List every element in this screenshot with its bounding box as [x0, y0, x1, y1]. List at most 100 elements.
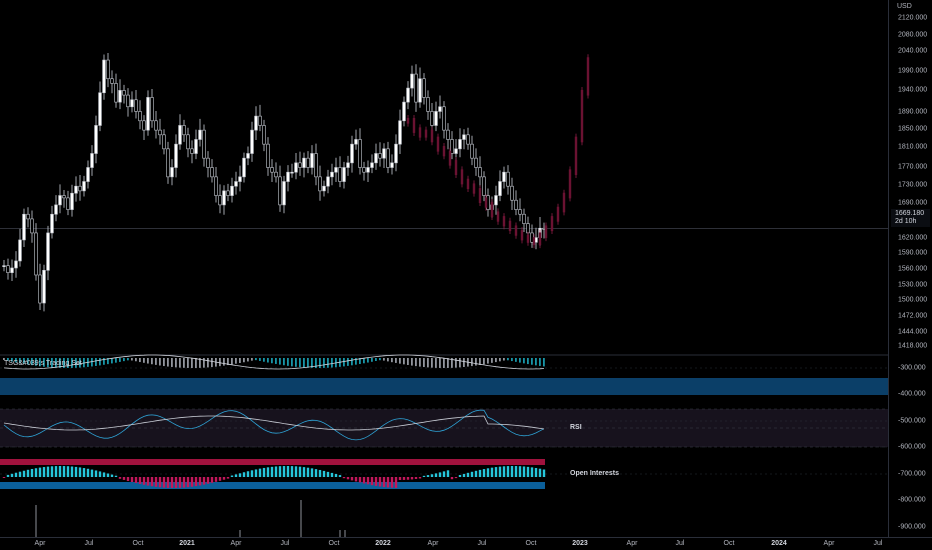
oi-histogram-bar	[322, 470, 326, 477]
time-tick-label: Jul	[477, 540, 487, 547]
price-candle	[14, 251, 18, 278]
oi-histogram-bar	[114, 475, 118, 477]
price-candle	[518, 198, 522, 222]
last-price-label[interactable]: 1669.180 2d 10h	[891, 209, 930, 227]
price-candle	[438, 95, 442, 119]
price-candle	[458, 128, 462, 158]
price-tick-label: 1890.000	[898, 108, 928, 116]
price-candle	[246, 146, 250, 166]
price-candle	[262, 119, 266, 152]
price-tick-label: 1472.000	[898, 312, 928, 320]
price-candle	[18, 228, 22, 267]
tsg-indicator-label[interactable]: TSG&#039;s Trading Set	[4, 360, 82, 367]
price-candle	[330, 163, 334, 186]
time-axis[interactable]: Apr Jul Oct 2021 Apr Jul Oct 2022 Apr Jul Oct 2023 A…	[0, 537, 932, 550]
projection-candle	[490, 199, 494, 221]
tsg-histogram-bar	[483, 358, 485, 365]
projection-candle	[550, 213, 554, 235]
projection-candle	[442, 143, 446, 160]
tsg-histogram-bar	[503, 358, 505, 361]
tsg-histogram-bar	[319, 358, 321, 368]
oi-histogram-bar	[258, 468, 262, 477]
price-scale[interactable]: USD 2120.000 2080.000 2040.000 1990.000 1940…	[888, 0, 932, 537]
price-candle	[98, 81, 102, 132]
oi-histogram-bar	[58, 466, 62, 477]
tsg-histogram-bar	[411, 358, 413, 366]
oi-histogram-bar	[502, 466, 506, 477]
price-candle	[270, 159, 274, 182]
oi-histogram-bar	[314, 469, 318, 477]
oi-histogram-bar	[410, 477, 414, 480]
tsg-histogram-bar	[523, 358, 525, 364]
price-candle	[298, 151, 302, 176]
tsg-histogram-bar	[499, 358, 501, 362]
oi-histogram-bar	[454, 477, 458, 479]
oi-histogram-bar	[478, 469, 482, 477]
rsi-indicator-label[interactable]: RSI	[570, 424, 582, 431]
projection-candle	[496, 208, 500, 225]
price-candle	[166, 141, 170, 184]
price-candle	[126, 88, 130, 117]
price-candle	[294, 153, 298, 180]
tsg-histogram-bar	[167, 358, 169, 367]
open-interest-label[interactable]: Open Interests	[570, 470, 619, 477]
price-candle	[78, 174, 82, 201]
tsg-band	[0, 378, 888, 395]
tsg-histogram-bar	[263, 358, 265, 362]
price-candle	[326, 169, 330, 194]
tsg-histogram-bar	[403, 358, 405, 365]
time-tick-label: Apr	[823, 540, 835, 547]
projection-candle	[586, 54, 590, 99]
tsg-histogram-bar	[115, 358, 117, 363]
tsg-histogram-bar	[203, 358, 205, 368]
price-candle	[250, 121, 254, 162]
tsg-histogram-bar	[535, 358, 537, 366]
price-candle	[426, 90, 430, 120]
tsg-histogram-bar	[399, 358, 401, 364]
tsg-histogram-bar	[171, 358, 173, 367]
price-candle	[34, 223, 38, 281]
oi-histogram-bar	[358, 477, 362, 483]
price-candle	[354, 129, 358, 150]
oi-histogram-bar	[282, 466, 286, 477]
time-tick-label: Oct	[328, 540, 340, 547]
tsg-histogram-bar	[131, 358, 133, 361]
tsg-histogram-bar	[379, 358, 381, 361]
oi-histogram-bar	[254, 469, 258, 477]
tsg-histogram-bar	[351, 358, 353, 366]
price-candle	[358, 128, 362, 175]
price-candle	[482, 171, 486, 202]
oi-histogram-bar	[250, 470, 254, 477]
oi-histogram-bar	[226, 477, 230, 479]
oi-histogram-bar	[262, 467, 266, 477]
oi-histogram-bar	[230, 475, 234, 477]
price-candle	[366, 160, 370, 182]
time-tick-label: 2022	[375, 540, 391, 547]
indicator-tick-label: -300.000	[898, 364, 926, 372]
projection-candle	[502, 213, 506, 230]
price-candle	[414, 64, 418, 112]
tsg-histogram-bar	[323, 358, 325, 368]
oi-histogram-bar	[466, 472, 470, 477]
oi-histogram-bar	[530, 467, 534, 477]
oi-histogram-bar	[30, 468, 34, 477]
price-candle	[6, 258, 10, 280]
tsg-histogram-bar	[159, 358, 161, 366]
tsg-histogram-bar	[531, 358, 533, 365]
price-candle	[66, 190, 70, 216]
price-candle	[422, 73, 426, 105]
projection-candle	[526, 231, 530, 246]
price-candle	[118, 79, 122, 110]
price-chart-canvas[interactable]	[0, 0, 888, 537]
price-candle	[42, 264, 46, 312]
tsg-histogram-bar	[99, 358, 101, 366]
oi-histogram-bar	[142, 477, 146, 485]
oi-histogram-bar	[350, 477, 354, 481]
oi-histogram-bar	[46, 466, 50, 477]
price-candle	[94, 115, 98, 164]
tsg-histogram-bar	[151, 358, 153, 365]
price-candle	[2, 260, 6, 272]
oi-histogram-bar	[446, 470, 450, 477]
oi-histogram-bar	[98, 471, 102, 477]
price-tick-label: 1418.000	[898, 342, 928, 350]
